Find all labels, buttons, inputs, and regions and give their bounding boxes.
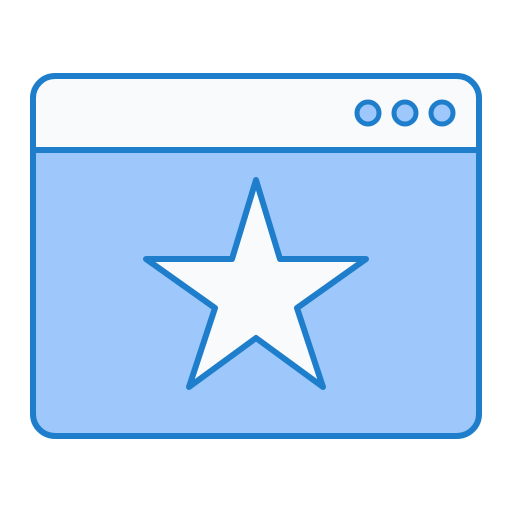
window-dot-icon bbox=[354, 99, 382, 127]
browser-window-star-icon bbox=[30, 73, 482, 439]
window-dot-icon bbox=[428, 99, 456, 127]
icon-canvas bbox=[0, 0, 512, 512]
window-dot-icon bbox=[391, 99, 419, 127]
